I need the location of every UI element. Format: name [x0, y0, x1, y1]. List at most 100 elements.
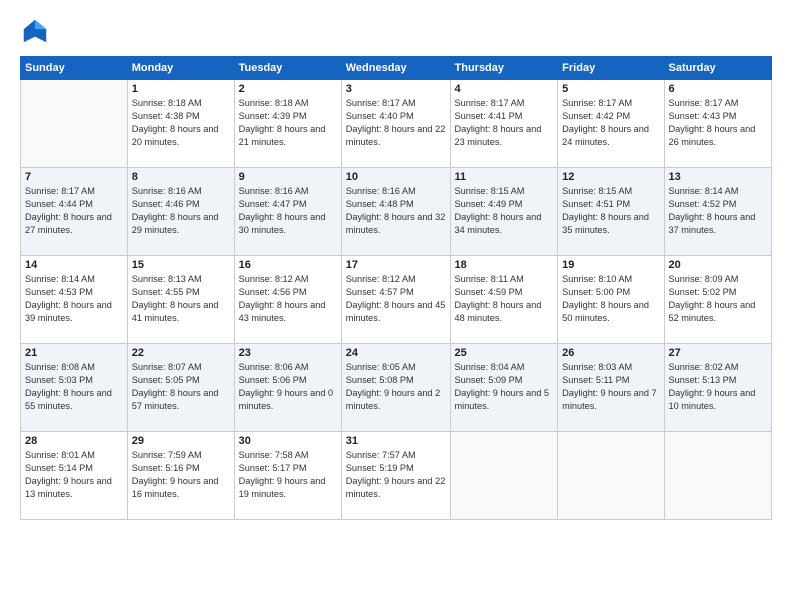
day-info: Sunrise: 8:18 AMSunset: 4:39 PMDaylight:…	[239, 97, 337, 149]
day-info: Sunrise: 8:15 AMSunset: 4:51 PMDaylight:…	[562, 185, 659, 237]
day-info: Sunrise: 8:09 AMSunset: 5:02 PMDaylight:…	[669, 273, 768, 325]
day-info: Sunrise: 7:58 AMSunset: 5:17 PMDaylight:…	[239, 449, 337, 501]
calendar-cell: 14 Sunrise: 8:14 AMSunset: 4:53 PMDayligh…	[21, 256, 128, 344]
calendar-cell: 6Sunrise: 8:17 AMSunset: 4:43 PMDaylight…	[664, 80, 772, 168]
calendar-cell: 27 Sunrise: 8:02 AMSunset: 5:13 PMDayligh…	[664, 344, 772, 432]
calendar-header-wednesday: Wednesday	[341, 57, 450, 80]
calendar-cell: 29 Sunrise: 7:59 AMSunset: 5:16 PMDayligh…	[127, 432, 234, 520]
day-number: 6	[669, 83, 768, 95]
day-number: 13	[669, 171, 768, 183]
calendar-cell	[664, 432, 772, 520]
calendar-cell: 1Sunrise: 8:18 AMSunset: 4:38 PMDaylight…	[127, 80, 234, 168]
day-number: 21	[25, 347, 123, 359]
day-number: 25	[455, 347, 554, 359]
calendar-week-row: 28 Sunrise: 8:01 AMSunset: 5:14 PMDayligh…	[21, 432, 772, 520]
day-number: 4	[455, 83, 554, 95]
day-number: 23	[239, 347, 337, 359]
calendar-header-friday: Friday	[558, 57, 664, 80]
calendar-week-row: 7Sunrise: 8:17 AMSunset: 4:44 PMDaylight…	[21, 168, 772, 256]
day-info: Sunrise: 8:01 AMSunset: 5:14 PMDaylight:…	[25, 449, 123, 501]
day-number: 3	[346, 83, 446, 95]
day-info: Sunrise: 8:12 AMSunset: 4:56 PMDaylight:…	[239, 273, 337, 325]
calendar-cell: 12 Sunrise: 8:15 AMSunset: 4:51 PMDayligh…	[558, 168, 664, 256]
day-info: Sunrise: 8:06 AMSunset: 5:06 PMDaylight:…	[239, 361, 337, 413]
calendar-cell: 18 Sunrise: 8:11 AMSunset: 4:59 PMDayligh…	[450, 256, 558, 344]
day-info: Sunrise: 8:08 AMSunset: 5:03 PMDaylight:…	[25, 361, 123, 413]
calendar-cell: 23 Sunrise: 8:06 AMSunset: 5:06 PMDayligh…	[234, 344, 341, 432]
calendar-cell: 28 Sunrise: 8:01 AMSunset: 5:14 PMDayligh…	[21, 432, 128, 520]
day-info: Sunrise: 7:57 AMSunset: 5:19 PMDaylight:…	[346, 449, 446, 501]
day-info: Sunrise: 8:15 AMSunset: 4:49 PMDaylight:…	[455, 185, 554, 237]
calendar-cell: 25 Sunrise: 8:04 AMSunset: 5:09 PMDayligh…	[450, 344, 558, 432]
day-info: Sunrise: 8:05 AMSunset: 5:08 PMDaylight:…	[346, 361, 446, 413]
calendar-cell: 26Sunrise: 8:03 AMSunset: 5:11 PMDayligh…	[558, 344, 664, 432]
day-number: 16	[239, 259, 337, 271]
day-number: 9	[239, 171, 337, 183]
day-info: Sunrise: 7:59 AMSunset: 5:16 PMDaylight:…	[132, 449, 230, 501]
day-number: 18	[455, 259, 554, 271]
day-number: 14	[25, 259, 123, 271]
page: SundayMondayTuesdayWednesdayThursdayFrid…	[0, 0, 792, 612]
day-number: 29	[132, 435, 230, 447]
day-number: 19	[562, 259, 659, 271]
day-info: Sunrise: 8:12 AMSunset: 4:57 PMDaylight:…	[346, 273, 446, 325]
logo-icon	[20, 16, 50, 46]
day-number: 7	[25, 171, 123, 183]
day-info: Sunrise: 8:11 AMSunset: 4:59 PMDaylight:…	[455, 273, 554, 325]
calendar-cell: 19 Sunrise: 8:10 AMSunset: 5:00 PMDayligh…	[558, 256, 664, 344]
day-info: Sunrise: 8:17 AMSunset: 4:42 PMDaylight:…	[562, 97, 659, 149]
calendar-cell: 9 Sunrise: 8:16 AMSunset: 4:47 PMDaylight…	[234, 168, 341, 256]
calendar-header-row: SundayMondayTuesdayWednesdayThursdayFrid…	[21, 57, 772, 80]
calendar-week-row: 21 Sunrise: 8:08 AMSunset: 5:03 PMDayligh…	[21, 344, 772, 432]
calendar-header-tuesday: Tuesday	[234, 57, 341, 80]
calendar-header-monday: Monday	[127, 57, 234, 80]
calendar-cell: 7Sunrise: 8:17 AMSunset: 4:44 PMDaylight…	[21, 168, 128, 256]
day-number: 27	[669, 347, 768, 359]
calendar-cell: 31 Sunrise: 7:57 AMSunset: 5:19 PMDayligh…	[341, 432, 450, 520]
calendar-cell	[21, 80, 128, 168]
day-number: 31	[346, 435, 446, 447]
day-info: Sunrise: 8:13 AMSunset: 4:55 PMDaylight:…	[132, 273, 230, 325]
calendar-table: SundayMondayTuesdayWednesdayThursdayFrid…	[20, 56, 772, 520]
day-number: 11	[455, 171, 554, 183]
day-info: Sunrise: 8:18 AMSunset: 4:38 PMDaylight:…	[132, 97, 230, 149]
day-number: 2	[239, 83, 337, 95]
day-info: Sunrise: 8:16 AMSunset: 4:47 PMDaylight:…	[239, 185, 337, 237]
day-number: 8	[132, 171, 230, 183]
calendar-cell: 10Sunrise: 8:16 AMSunset: 4:48 PMDayligh…	[341, 168, 450, 256]
day-info: Sunrise: 8:16 AMSunset: 4:46 PMDaylight:…	[132, 185, 230, 237]
day-info: Sunrise: 8:17 AMSunset: 4:41 PMDaylight:…	[455, 97, 554, 149]
day-info: Sunrise: 8:17 AMSunset: 4:40 PMDaylight:…	[346, 97, 446, 149]
day-number: 20	[669, 259, 768, 271]
day-info: Sunrise: 8:10 AMSunset: 5:00 PMDaylight:…	[562, 273, 659, 325]
day-number: 22	[132, 347, 230, 359]
calendar-cell: 16 Sunrise: 8:12 AMSunset: 4:56 PMDayligh…	[234, 256, 341, 344]
calendar-cell	[558, 432, 664, 520]
calendar-cell: 24 Sunrise: 8:05 AMSunset: 5:08 PMDayligh…	[341, 344, 450, 432]
calendar-cell: 11 Sunrise: 8:15 AMSunset: 4:49 PMDayligh…	[450, 168, 558, 256]
calendar-cell: 3 Sunrise: 8:17 AMSunset: 4:40 PMDaylight…	[341, 80, 450, 168]
calendar-cell: 13 Sunrise: 8:14 AMSunset: 4:52 PMDayligh…	[664, 168, 772, 256]
day-number: 10	[346, 171, 446, 183]
day-number: 24	[346, 347, 446, 359]
day-number: 5	[562, 83, 659, 95]
day-info: Sunrise: 8:02 AMSunset: 5:13 PMDaylight:…	[669, 361, 768, 413]
day-number: 28	[25, 435, 123, 447]
calendar-cell: 20 Sunrise: 8:09 AMSunset: 5:02 PMDayligh…	[664, 256, 772, 344]
logo	[20, 16, 54, 46]
calendar-cell: 30 Sunrise: 7:58 AMSunset: 5:17 PMDayligh…	[234, 432, 341, 520]
calendar-cell: 22Sunrise: 8:07 AMSunset: 5:05 PMDayligh…	[127, 344, 234, 432]
calendar-header-sunday: Sunday	[21, 57, 128, 80]
day-number: 30	[239, 435, 337, 447]
header	[20, 16, 772, 46]
day-info: Sunrise: 8:04 AMSunset: 5:09 PMDaylight:…	[455, 361, 554, 413]
day-number: 26	[562, 347, 659, 359]
day-info: Sunrise: 8:14 AMSunset: 4:53 PMDaylight:…	[25, 273, 123, 325]
calendar-week-row: 14 Sunrise: 8:14 AMSunset: 4:53 PMDayligh…	[21, 256, 772, 344]
day-number: 17	[346, 259, 446, 271]
day-info: Sunrise: 8:14 AMSunset: 4:52 PMDaylight:…	[669, 185, 768, 237]
calendar-header-saturday: Saturday	[664, 57, 772, 80]
day-number: 12	[562, 171, 659, 183]
calendar-cell: 15Sunrise: 8:13 AMSunset: 4:55 PMDayligh…	[127, 256, 234, 344]
calendar-cell: 2 Sunrise: 8:18 AMSunset: 4:39 PMDaylight…	[234, 80, 341, 168]
